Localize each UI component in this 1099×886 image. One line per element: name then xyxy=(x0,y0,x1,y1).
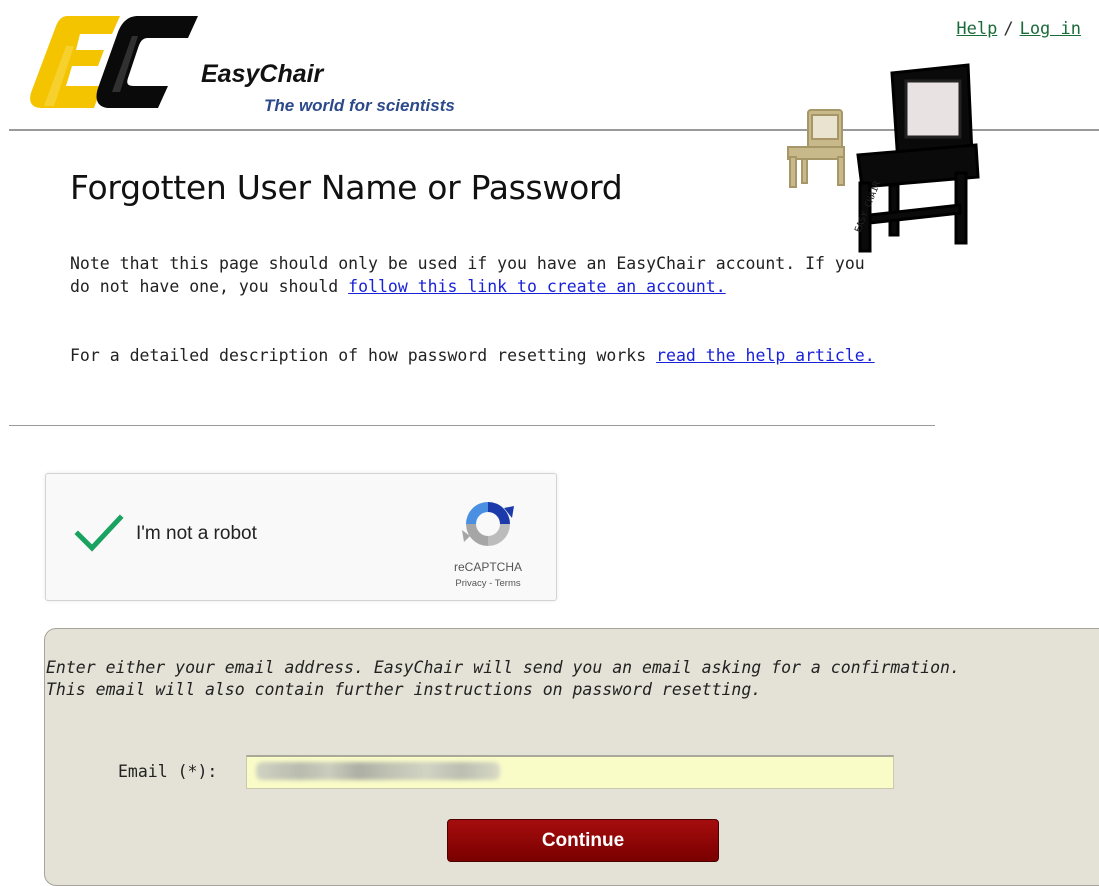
brand-tagline: The world for scientists xyxy=(264,96,455,115)
chair-icon: EASY CHAIR xyxy=(787,63,980,253)
create-account-link[interactable]: follow this link to create an account. xyxy=(348,277,726,296)
captcha-label: I'm not a robot xyxy=(136,523,257,544)
recaptcha-links[interactable]: Privacy - Terms xyxy=(426,578,550,589)
page: EasyChair The world for scientists Help /… xyxy=(0,0,1099,886)
help-note-text: For a detailed description of how passwo… xyxy=(70,346,657,365)
nav-separator: / xyxy=(1003,19,1014,39)
form-instructions-line2: This email will also contain further ins… xyxy=(46,680,762,699)
email-label: Email (*): xyxy=(118,762,218,781)
recaptcha-brand: reCAPTCHA xyxy=(453,560,522,574)
recaptcha-logo-icon xyxy=(460,496,516,552)
help-article-link[interactable]: read the help article. xyxy=(656,346,875,365)
easychair-logo[interactable]: EasyChair The world for scientists xyxy=(28,12,478,115)
form-instructions: Enter either your email address. EasyCha… xyxy=(46,657,966,701)
checkmark-icon[interactable] xyxy=(74,514,124,554)
section-divider xyxy=(9,425,935,426)
chair-illustration: EASY CHAIR xyxy=(780,55,990,260)
help-note: For a detailed description of how passwo… xyxy=(70,344,890,367)
page-title: Forgotten User Name or Password xyxy=(70,168,623,207)
continue-button[interactable]: Continue xyxy=(447,819,719,862)
email-blurred-value xyxy=(256,762,500,780)
account-note: Note that this page should only be used … xyxy=(70,252,890,298)
help-link[interactable]: Help xyxy=(956,19,997,39)
login-link[interactable]: Log in xyxy=(1020,19,1081,39)
form-instructions-line1: Enter either your email address. EasyCha… xyxy=(46,658,960,677)
top-nav: Help / Log in xyxy=(956,19,1081,39)
brand-name: EasyChair xyxy=(201,60,324,88)
recaptcha-widget: I'm not a robot reCAPTCHA Privacy - Term… xyxy=(45,473,557,601)
